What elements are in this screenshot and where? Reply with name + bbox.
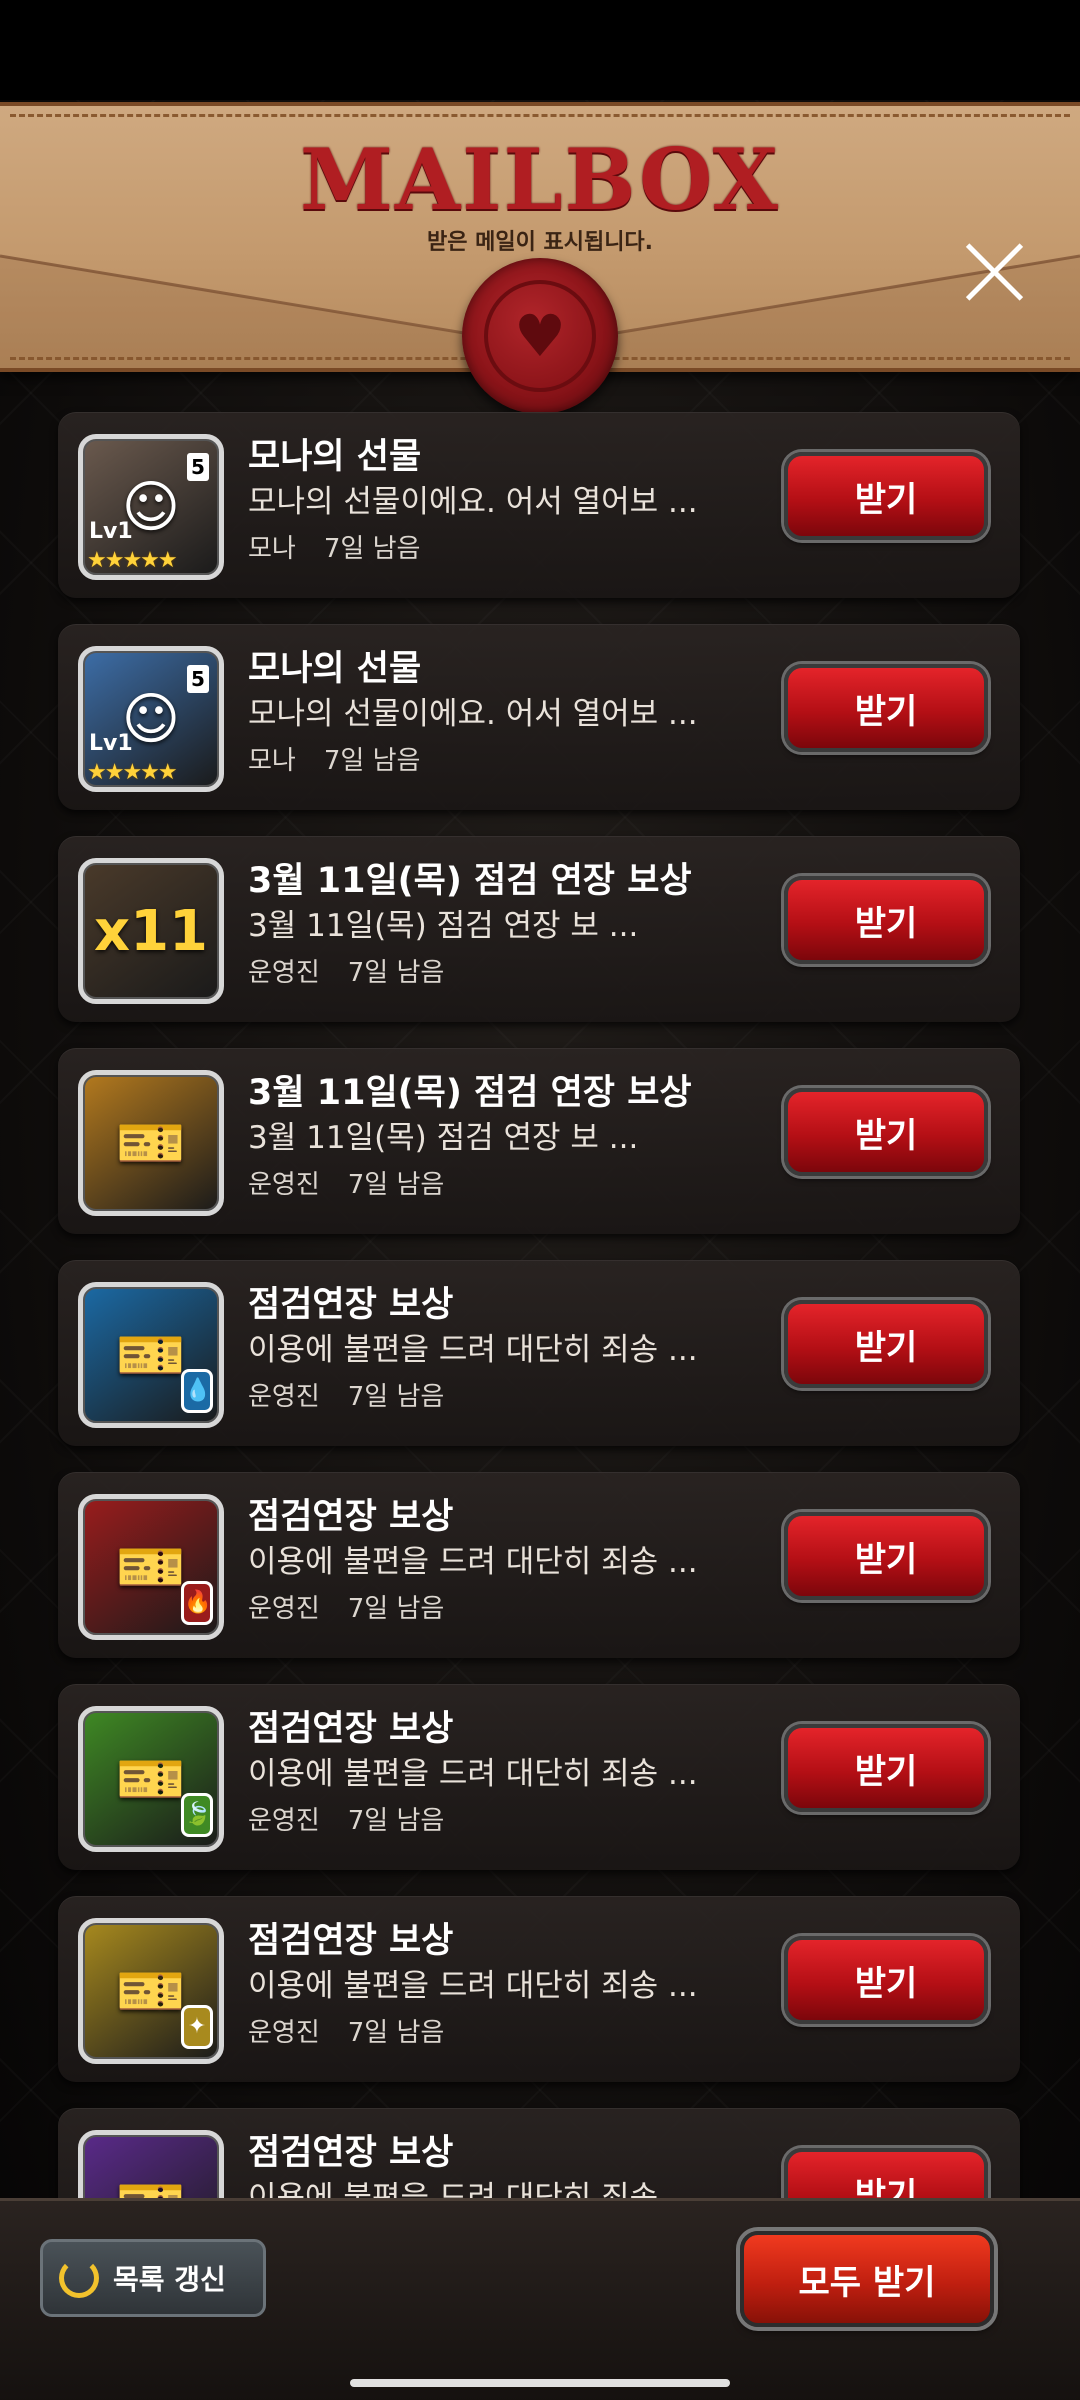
mail-title: 점검연장 보상 [248,1497,454,1537]
mail-meta: 운영진 7일 남음 [248,1164,444,1201]
mail-item: 🎫 🍃 점검연장 보상이용에 불편을 드려 대단히 죄송 ... 운영진 7일 남음 받기 [58,1684,1020,1870]
mail-meta: 모나 7일 남음 [248,740,420,777]
mail-title: 점검연장 보상 [248,2133,454,2173]
heart-icon: ♥ [484,280,596,392]
mail-item: 🎫 🔥 점검연장 보상이용에 불편을 드려 대단히 죄송 ... 운영진 7일 남음 받기 [58,1472,1020,1658]
claim-button[interactable]: 받기 [784,1724,988,1812]
mail-sender: 모나 [248,534,296,564]
mail-sender: 운영진 [248,1382,320,1412]
mail-meta: 운영진 7일 남음 [248,952,444,989]
claim-button[interactable]: 받기 [784,1512,988,1600]
mail-meta: 모나 7일 남음 [248,528,420,565]
level-label: Lv1 [89,519,133,544]
mail-preview: 이용에 불편을 드려 대단히 죄송 ... [248,1968,698,2004]
water-element-icon: 💧 [181,1369,213,1413]
character-reward-icon: ☺ 5 Lv1 ★★★★★ [78,646,224,792]
mail-title: 점검연장 보상 [248,1921,454,1961]
mail-expiry: 7일 남음 [347,1594,445,1624]
refresh-list-button[interactable]: 목록 갱신 [40,2239,266,2317]
mail-item: 🎫☾점검연장 보상이용에 불편을 드려 대단히 죄송 ...운영진7일 남음받기 [58,2108,1020,2198]
claim-button[interactable]: 받기 [784,452,988,540]
mail-item: ☺ 5 Lv1 ★★★★★ 모나의 선물 모나의 선물이에요. 어서 열어보 ... 모나 7… [58,624,1020,810]
mail-sender: 운영진 [248,1806,320,1836]
claim-all-button[interactable]: 모두 받기 [740,2231,994,2327]
mail-expiry: 7일 남음 [347,1382,445,1412]
mail-sender: 운영진 [248,2018,320,2048]
mail-preview: 이용에 불편을 드려 대단히 죄송 ... [248,1332,698,1368]
mail-meta: 운영진 7일 남음 [248,1800,444,1837]
ticket-reward-icon: 🎫☾ [78,2130,224,2198]
mailbox-screen: MAILBOX 받은 메일이 표시됩니다. ♥ ☺ 5 Lv1 ★★★★★ 모나의 선물… [0,0,1080,2400]
status-bar [0,0,1080,100]
page-subtitle: 받은 메일이 표시됩니다. [426,230,654,255]
mail-expiry: 7일 남음 [347,2018,445,2048]
claim-button[interactable]: 받기 [784,876,988,964]
claim-button[interactable]: 받기 [784,1088,988,1176]
ticket-icon: 🎫 [116,1111,186,1176]
mail-expiry: 7일 남음 [347,1806,445,1836]
mail-preview: 모나의 선물이에요. 어서 열어보 ... [248,484,698,520]
ticket-reward-icon: x11 [78,858,224,1004]
mail-expiry: 7일 남음 [323,746,421,776]
claim-button[interactable]: 받기 [784,1936,988,2024]
close-icon[interactable] [962,240,1026,304]
ticket-icon: x11 [93,898,209,964]
ticket-reward-icon: 🎫 ✦ [78,1918,224,2064]
rarity-badge: 5 [187,453,209,481]
mail-preview: 이용에 불편을 드려 대단히 죄송 ... [248,1544,698,1580]
mail-preview: 이용에 불편을 드려 대단히 죄송 ... [248,2180,698,2198]
rarity-badge: 5 [187,665,209,693]
mail-title: 모나의 선물 [248,649,422,689]
mail-meta: 운영진 7일 남음 [248,1376,444,1413]
home-indicator [350,2379,730,2387]
refresh-label: 목록 갱신 [113,2263,226,2296]
ticket-reward-icon: 🎫 🔥 [78,1494,224,1640]
mail-preview: 3월 11일(목) 점검 연장 보 ... [248,1120,639,1156]
level-label: Lv1 [89,731,133,756]
claim-button[interactable]: 받기 [784,1300,988,1388]
mail-item: 🎫 3월 11일(목) 점검 연장 보상 3월 11일(목) 점검 연장 보 ...… [58,1048,1020,1234]
mail-preview: 모나의 선물이에요. 어서 열어보 ... [248,696,698,732]
mail-expiry: 7일 남음 [347,958,445,988]
mail-meta: 운영진 7일 남음 [248,2012,444,2049]
star-rating: ★★★★★ [87,548,178,573]
claim-button[interactable]: 받기 [784,2148,988,2198]
mail-list[interactable]: ☺ 5 Lv1 ★★★★★ 모나의 선물 모나의 선물이에요. 어서 열어보 ... 모나 7… [0,400,1080,2198]
nature-element-icon: 🍃 [181,1793,213,1837]
refresh-icon [59,2258,99,2298]
ticket-reward-icon: 🎫 [78,1070,224,1216]
wax-seal: ♥ [462,258,618,414]
mail-preview: 3월 11일(목) 점검 연장 보 ... [248,908,639,944]
ticket-reward-icon: 🎫 💧 [78,1282,224,1428]
mail-sender: 모나 [248,746,296,776]
mail-preview: 이용에 불편을 드려 대단히 죄송 ... [248,1756,698,1792]
star-rating: ★★★★★ [87,760,178,785]
light-element-icon: ✦ [181,2005,213,2049]
mail-item: 🎫 💧 점검연장 보상이용에 불편을 드려 대단히 죄송 ... 운영진 7일 남음 받기 [58,1260,1020,1446]
mail-sender: 운영진 [248,958,320,988]
mail-meta: 운영진 7일 남음 [248,1588,444,1625]
page-title: MAILBOX [300,130,780,229]
mail-expiry: 7일 남음 [323,534,421,564]
mail-sender: 운영진 [248,1594,320,1624]
bottom-bar: 목록 갱신 모두 받기 [0,2198,1080,2400]
mail-title: 점검연장 보상 [248,1285,454,1325]
mail-item: x11 3월 11일(목) 점검 연장 보상 3월 11일(목) 점검 연장 보 .… [58,836,1020,1022]
mail-expiry: 7일 남음 [347,1170,445,1200]
mail-title: 점검연장 보상 [248,1709,454,1749]
mail-title: 3월 11일(목) 점검 연장 보상 [248,1073,692,1113]
ticket-icon: 🎫 [83,2135,219,2198]
mail-item: 🎫 ✦ 점검연장 보상이용에 불편을 드려 대단히 죄송 ... 운영진 7일 남음 받기 [58,1896,1020,2082]
mail-title: 모나의 선물 [248,437,422,477]
fire-element-icon: 🔥 [181,1581,213,1625]
mail-title: 3월 11일(목) 점검 연장 보상 [248,861,692,901]
mail-sender: 운영진 [248,1170,320,1200]
character-reward-icon: ☺ 5 Lv1 ★★★★★ [78,434,224,580]
mail-item: ☺ 5 Lv1 ★★★★★ 모나의 선물 모나의 선물이에요. 어서 열어보 ... 모나 7… [58,412,1020,598]
ticket-reward-icon: 🎫 🍃 [78,1706,224,1852]
claim-button[interactable]: 받기 [784,664,988,752]
